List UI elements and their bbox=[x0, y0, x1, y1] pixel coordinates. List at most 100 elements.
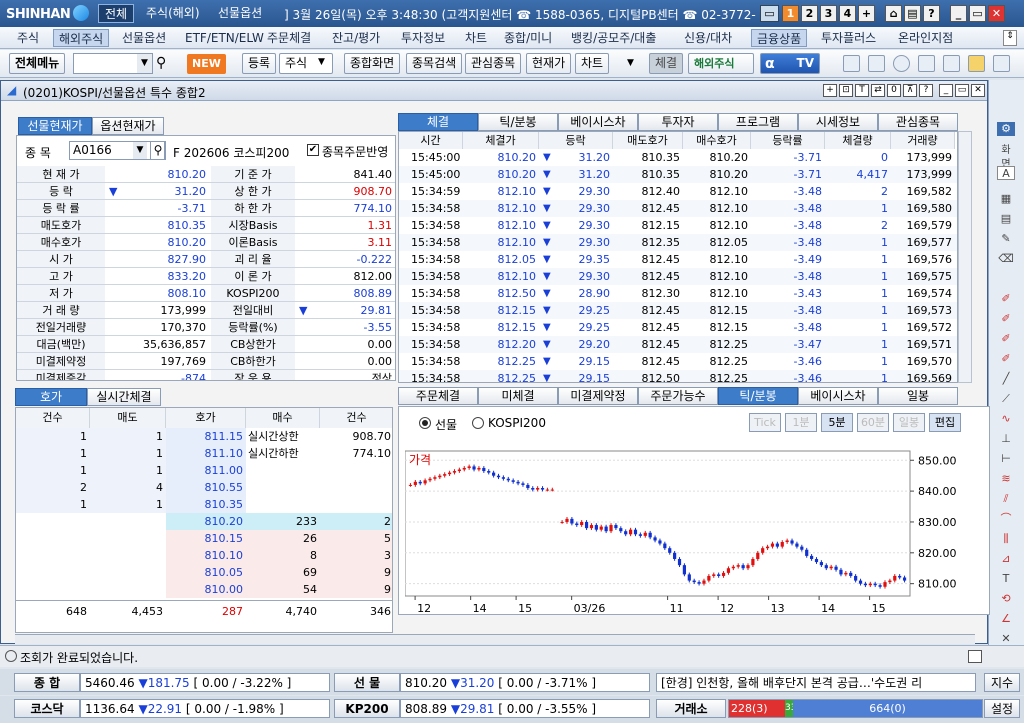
grid-icon[interactable]: ▤ bbox=[997, 212, 1015, 226]
tab-chart-6[interactable]: 일봉 bbox=[878, 387, 958, 405]
interval-button-5[interactable]: 편집 bbox=[929, 413, 961, 432]
table-row[interactable]: 15:34:58 812.25 29.15 812.50 812.25 -3.46 1 169… bbox=[399, 370, 957, 382]
user-icon[interactable] bbox=[993, 55, 1010, 72]
arc-icon[interactable]: ⌒ bbox=[997, 512, 1015, 526]
menu-invest-info[interactable]: 투자정보 bbox=[396, 29, 450, 47]
interval-button-3[interactable]: 60분 bbox=[857, 413, 889, 432]
bid-price[interactable]: 810.10 bbox=[166, 547, 246, 564]
minimize-icon[interactable]: _ bbox=[950, 5, 967, 22]
menu-chart[interactable]: 차트 bbox=[460, 29, 492, 47]
tab-trade-2[interactable]: 베이시스차트 bbox=[558, 113, 638, 145]
tab-chart-4[interactable]: 틱/분봉 bbox=[718, 387, 798, 405]
current-price-button[interactable]: 현재가 bbox=[526, 53, 572, 74]
bid-price[interactable]: 810.05 bbox=[166, 564, 246, 581]
layout-icon[interactable] bbox=[918, 55, 935, 72]
status-window-icon[interactable] bbox=[968, 650, 982, 663]
wave-icon[interactable]: ∿ bbox=[997, 412, 1015, 426]
table-icon[interactable]: ▦ bbox=[997, 192, 1015, 206]
table-row[interactable]: 15:34:58 812.10 29.30 812.45 812.10 -3.48 1 169… bbox=[399, 268, 957, 285]
screen-2-button[interactable]: 2 bbox=[801, 5, 818, 22]
table-row[interactable]: 15:34:59 812.10 29.30 812.40 812.10 -3.48 2 169… bbox=[399, 183, 957, 200]
overseas-stock-button[interactable]: 해외주식 bbox=[688, 53, 754, 74]
menu-overseas[interactable]: 해외주식 bbox=[53, 29, 110, 47]
menu-banking[interactable]: 뱅킹/공모주/대출 bbox=[566, 29, 661, 47]
hline-icon[interactable]: ⊢ bbox=[997, 452, 1015, 466]
table-row[interactable]: 15:34:58 812.05 29.35 812.45 812.10 -3.49 1 169… bbox=[399, 251, 957, 268]
chevron-down-icon[interactable]: ▼ bbox=[133, 142, 147, 159]
interval-button-4[interactable]: 일봉 bbox=[893, 413, 925, 432]
gear-icon[interactable] bbox=[893, 55, 910, 72]
chevron-down-icon[interactable]: ▼ bbox=[627, 58, 634, 68]
table-row[interactable]: 15:34:58 812.10 29.30 812.15 812.10 -3.48 2 169… bbox=[399, 217, 957, 234]
menu-balance[interactable]: 잔고/평가 bbox=[327, 29, 385, 47]
tab-chart-1[interactable]: 미체결 bbox=[478, 387, 558, 405]
tab-trade-3[interactable]: 투자자 bbox=[638, 113, 718, 131]
tab-trade-4[interactable]: 프로그램 bbox=[718, 113, 798, 131]
tab-chart-2[interactable]: 미결제약정 bbox=[558, 387, 638, 405]
lock-window-icon[interactable]: ⊡ bbox=[839, 84, 853, 97]
home-icon[interactable]: ⌂ bbox=[885, 5, 902, 22]
news-ticker[interactable]: [한경] 인천항, 올해 배후단지 본격 공급…'수도권 리 bbox=[656, 673, 976, 692]
tab-futures[interactable]: 선물옵션 bbox=[218, 4, 268, 23]
menu-plus[interactable]: 투자플러스 bbox=[816, 29, 881, 47]
eraser-icon[interactable]: ⌫ bbox=[997, 252, 1015, 266]
printer-icon[interactable] bbox=[843, 55, 860, 72]
win-close-icon[interactable]: ✕ bbox=[971, 84, 985, 97]
table-row[interactable]: 15:34:58 812.10 29.30 812.35 812.05 -3.48 1 169… bbox=[399, 234, 957, 251]
chevron-down-icon[interactable]: ▼ bbox=[137, 54, 152, 73]
tab-all[interactable]: 전체 bbox=[98, 4, 135, 23]
interval-button-2[interactable]: 5분 bbox=[821, 413, 853, 432]
table-row[interactable]: 15:34:58 812.25 29.15 812.45 812.25 -3.46 1 169… bbox=[399, 353, 957, 370]
highlighter-icon[interactable]: ✐ bbox=[997, 352, 1015, 366]
table-row[interactable]: 15:34:58 812.20 29.20 812.45 812.25 -3.47 1 169… bbox=[399, 336, 957, 353]
ask-price[interactable]: 810.55 bbox=[166, 479, 246, 496]
monitor-icon[interactable]: ▭ bbox=[760, 5, 779, 22]
bid-price[interactable]: 810.15 bbox=[166, 530, 246, 547]
table-row[interactable]: 15:34:58 812.10 29.30 812.45 812.10 -3.48 1 169… bbox=[399, 200, 957, 217]
screen-4-button[interactable]: 4 bbox=[839, 5, 856, 22]
screen-add-button[interactable]: + bbox=[858, 5, 875, 22]
calculator-icon[interactable] bbox=[868, 55, 885, 72]
menu-stock[interactable]: 주식 bbox=[12, 29, 44, 47]
menu-online[interactable]: 온라인지점 bbox=[893, 29, 958, 47]
ask-price[interactable]: 810.35 bbox=[166, 496, 246, 513]
chart-button[interactable]: 차트 bbox=[575, 53, 610, 74]
menu-finance[interactable]: 금융상품 bbox=[751, 29, 808, 47]
trade-scrollbar[interactable] bbox=[958, 131, 972, 383]
tab-chart-5[interactable]: 베이시스차트 bbox=[798, 387, 878, 419]
window-icon[interactable] bbox=[943, 55, 960, 72]
text-icon[interactable]: T bbox=[997, 572, 1015, 586]
pin-icon[interactable]: + bbox=[823, 84, 837, 97]
channel-icon[interactable]: ⫼ bbox=[997, 532, 1015, 546]
bid-price[interactable]: 810.20 bbox=[166, 513, 246, 530]
screen-3-button[interactable]: 3 bbox=[820, 5, 837, 22]
bid-price[interactable]: 810.00 bbox=[166, 581, 246, 598]
zero-icon[interactable]: 0 bbox=[887, 84, 901, 97]
help-icon[interactable]: ? bbox=[923, 5, 940, 22]
tab-trade-6[interactable]: 관심종목 bbox=[878, 113, 958, 131]
tab-trade-1[interactable]: 틱/분봉 bbox=[478, 113, 558, 131]
table-row[interactable]: 15:45:00 810.20 31.20 810.35 810.20 -3.71 0 173… bbox=[399, 149, 957, 166]
win-maximize-icon[interactable]: ▭ bbox=[955, 84, 969, 97]
register-button[interactable]: 등록 bbox=[242, 53, 277, 74]
radio-futures[interactable] bbox=[419, 417, 431, 429]
delete-icon[interactable]: ✕ bbox=[997, 632, 1015, 646]
table-row[interactable]: 15:45:00 810.20 31.20 810.35 810.20 -3.71 4,41… bbox=[399, 166, 957, 183]
tab-chart-0[interactable]: 주문체결 bbox=[398, 387, 478, 405]
table-row[interactable]: 15:34:58 812.50 28.90 812.30 812.10 -3.43 1 169… bbox=[399, 285, 957, 302]
restore-icon[interactable]: ▭ bbox=[969, 5, 986, 22]
execution-button[interactable]: 체결 bbox=[649, 53, 684, 74]
new-badge[interactable]: NEW bbox=[187, 54, 226, 74]
ray-icon[interactable]: ⟋ bbox=[997, 392, 1015, 406]
table-row[interactable]: 15:34:58 812.15 29.25 812.45 812.15 -3.48 1 169… bbox=[399, 302, 957, 319]
gann-icon[interactable]: ⊿ bbox=[997, 552, 1015, 566]
tab-trade-0[interactable]: 체결 bbox=[398, 113, 478, 131]
tab-overseas-stock[interactable]: 주식(해외) bbox=[140, 4, 206, 23]
text-size-icon[interactable]: T bbox=[855, 84, 869, 97]
win-minimize-icon[interactable]: _ bbox=[939, 84, 953, 97]
pen-icon[interactable]: ✎ bbox=[997, 232, 1015, 246]
ask-price[interactable]: 811.00 bbox=[166, 462, 246, 479]
stock-search-button[interactable]: 종목검색 bbox=[406, 53, 463, 74]
cycle-icon[interactable]: ⟲ bbox=[997, 592, 1015, 606]
close-icon[interactable]: ✕ bbox=[988, 5, 1005, 22]
